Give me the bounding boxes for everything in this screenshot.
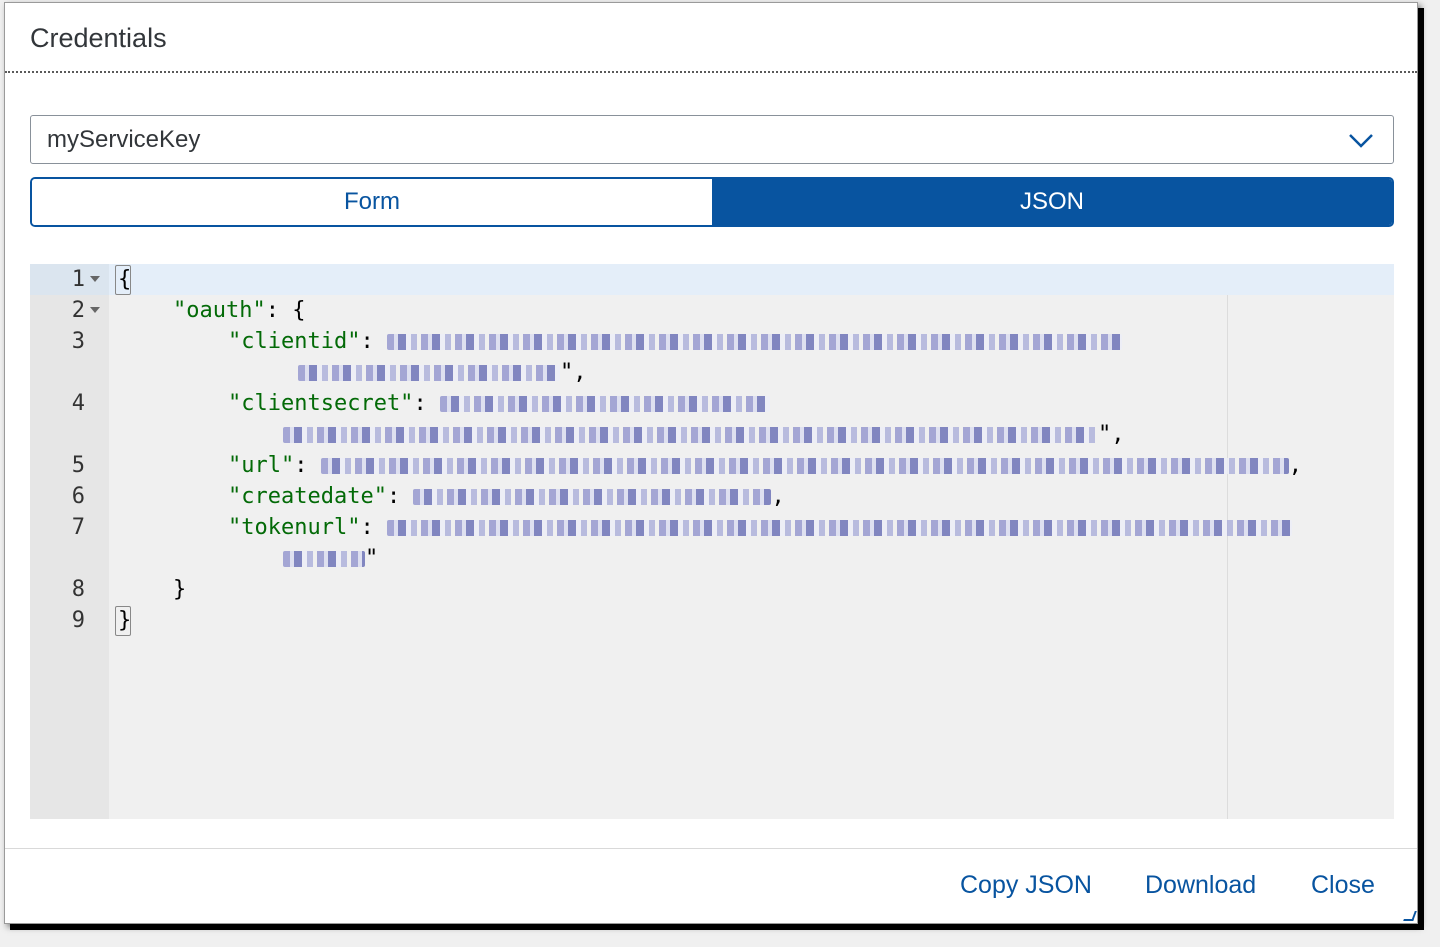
close-button[interactable]: Close <box>1311 871 1375 900</box>
form-toggle-button[interactable]: Form <box>32 179 712 225</box>
credentials-dialog: Credentials myServiceKey Form JSON 1 2 3… <box>4 2 1418 924</box>
line-number: 3 <box>71 329 85 354</box>
line-number: 5 <box>71 453 85 478</box>
json-editor[interactable]: 1 2 3 4 5 6 7 8 9 { "oauth": { "clientid… <box>30 264 1394 819</box>
open-brace: { <box>118 267 132 292</box>
json-key-clientid: "clientid" <box>228 329 361 354</box>
code-line: ", <box>283 419 1125 450</box>
line-number: 6 <box>71 484 85 509</box>
code-line: "clientsecret": <box>228 388 770 419</box>
dialog-footer: Copy JSON Download Close <box>5 848 1417 923</box>
redacted-value <box>439 396 770 412</box>
redacted-value <box>283 427 1098 443</box>
download-button[interactable]: Download <box>1145 871 1256 900</box>
json-key-clientsecret: "clientsecret" <box>228 391 414 416</box>
code-line: "tokenurl": <box>228 512 1292 543</box>
json-key-tokenurl: "tokenurl" <box>228 515 361 540</box>
line-number: 8 <box>71 577 85 602</box>
fold-toggle-icon[interactable] <box>90 276 100 282</box>
code-line: "oauth": { <box>173 298 306 323</box>
code-line: } <box>118 605 131 636</box>
code-line: " <box>283 543 378 574</box>
close-brace: } <box>173 577 187 602</box>
copy-json-button[interactable]: Copy JSON <box>960 871 1092 900</box>
json-key-oauth: "oauth" <box>173 298 266 323</box>
line-number: 1 <box>71 267 85 292</box>
redacted-value <box>386 334 1122 350</box>
redacted-value <box>283 551 365 567</box>
code-line: } <box>173 574 186 605</box>
json-key-createdate: "createdate" <box>228 484 387 509</box>
dialog-header: Credentials <box>5 3 1417 73</box>
redacted-value <box>298 365 560 381</box>
dialog-title: Credentials <box>30 23 167 53</box>
active-line-highlight <box>30 264 1394 295</box>
service-key-select-value: myServiceKey <box>47 125 201 153</box>
redacted-value <box>386 520 1292 536</box>
resize-handle-icon[interactable] <box>1403 911 1417 921</box>
redacted-value <box>320 458 1289 474</box>
code-line: "clientid": <box>228 326 1122 357</box>
line-number: 2 <box>71 298 85 323</box>
view-toggle: Form JSON <box>30 177 1394 227</box>
code-line: "createdate": , <box>228 484 785 509</box>
code-line: ", <box>298 357 587 388</box>
json-toggle-button[interactable]: JSON <box>712 179 1392 225</box>
close-brace: } <box>118 608 132 633</box>
fold-toggle-icon[interactable] <box>90 307 100 313</box>
chevron-down-icon[interactable] <box>1347 128 1375 152</box>
line-number: 7 <box>71 515 85 540</box>
print-margin <box>1227 295 1228 819</box>
json-key-url: "url" <box>228 453 295 478</box>
redacted-value <box>413 489 772 505</box>
line-number: 9 <box>71 608 85 633</box>
line-number: 4 <box>71 391 85 416</box>
code-line: "url": , <box>228 453 1302 478</box>
code-line: { <box>118 264 131 295</box>
service-key-select[interactable]: myServiceKey <box>30 115 1394 164</box>
